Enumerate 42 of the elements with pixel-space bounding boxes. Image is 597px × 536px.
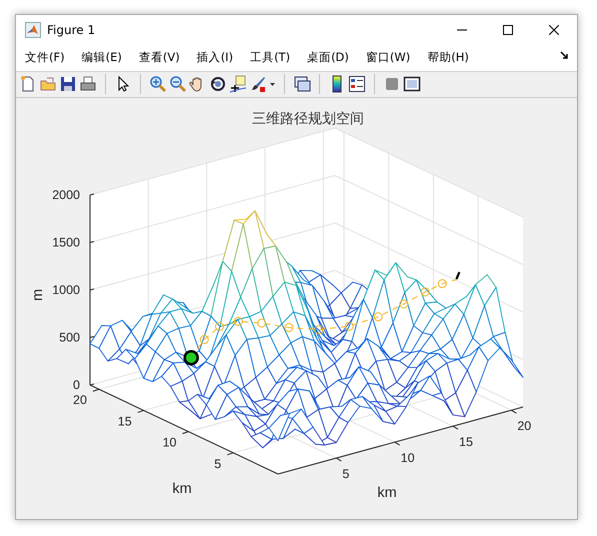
window-frame-icon[interactable] bbox=[403, 75, 421, 94]
z-tick-label: 2000 bbox=[52, 188, 80, 202]
y-tick-label: 10 bbox=[162, 436, 176, 450]
dock-arrow-icon[interactable] bbox=[560, 51, 569, 60]
end-point-marker bbox=[455, 272, 460, 280]
menu-item[interactable]: 帮助(H) bbox=[427, 50, 469, 66]
plot-title: 三维路径规划空间 bbox=[252, 111, 364, 127]
x-axis-label: km bbox=[377, 485, 397, 501]
x-tick-label: 15 bbox=[459, 435, 473, 450]
x-tick-label: 10 bbox=[400, 451, 415, 466]
menu-item[interactable]: 插入(I) bbox=[196, 50, 234, 66]
brush-icon[interactable] bbox=[249, 75, 267, 94]
rotate-icon[interactable] bbox=[209, 75, 227, 94]
close-icon bbox=[549, 25, 559, 35]
zoom-out-icon[interactable] bbox=[169, 75, 187, 94]
window-title: Figure 1 bbox=[47, 23, 96, 37]
z-axis-label: m bbox=[30, 288, 46, 302]
link-icon[interactable] bbox=[293, 75, 311, 94]
z-tick-label: 0 bbox=[73, 378, 80, 392]
z-tick-label: 1500 bbox=[52, 236, 80, 250]
menu-item[interactable]: 文件(F) bbox=[25, 50, 65, 66]
z-tick-label: 1000 bbox=[52, 283, 80, 297]
start-point-marker bbox=[183, 350, 199, 366]
menu-item[interactable]: 窗口(W) bbox=[366, 50, 410, 66]
x-tick-label: 5 bbox=[342, 467, 350, 482]
y-tick-label: 5 bbox=[214, 456, 222, 471]
data-cursor-icon[interactable] bbox=[229, 75, 247, 94]
menu-item[interactable]: 桌面(D) bbox=[307, 50, 349, 66]
maximize-icon bbox=[503, 25, 513, 35]
y-tick-label: 15 bbox=[118, 414, 132, 428]
menu-item[interactable]: 查看(V) bbox=[138, 50, 180, 66]
legend-icon[interactable] bbox=[348, 75, 366, 94]
menu-item[interactable]: 编辑(E) bbox=[82, 50, 122, 66]
y-axis-label: km bbox=[172, 481, 192, 497]
x-tick-label: 20 bbox=[517, 419, 532, 434]
save-icon[interactable] bbox=[59, 75, 77, 94]
y-tick-label: 20 bbox=[73, 393, 87, 408]
print-icon[interactable] bbox=[79, 75, 97, 94]
menu-item[interactable]: 工具(T) bbox=[250, 50, 290, 66]
zoom-in-icon[interactable] bbox=[149, 75, 167, 94]
z-tick-label: 500 bbox=[59, 330, 80, 344]
app-logo-icon bbox=[25, 22, 41, 38]
